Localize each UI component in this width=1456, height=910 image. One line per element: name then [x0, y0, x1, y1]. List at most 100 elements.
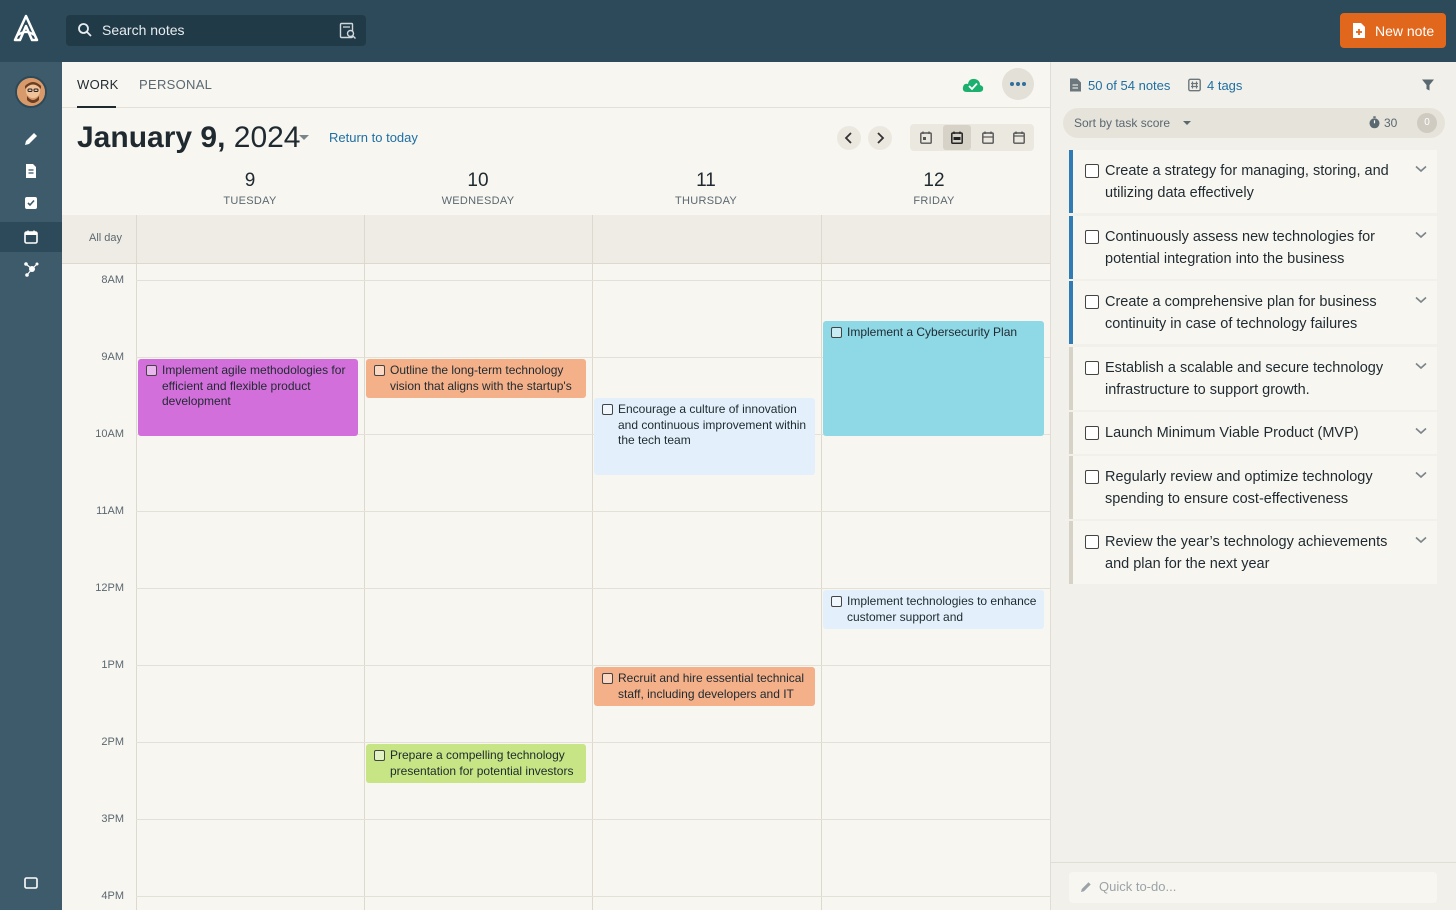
edit-pencil-icon[interactable]	[22, 130, 40, 148]
chevron-down-icon[interactable]	[1415, 231, 1427, 239]
date-dropdown-caret-icon[interactable]	[299, 135, 309, 140]
search-input[interactable]: Search notes	[102, 22, 185, 38]
hour-line	[136, 588, 1050, 589]
calendar-year-icon	[1013, 131, 1025, 144]
hour-line	[136, 819, 1050, 820]
app-logo-icon[interactable]	[12, 14, 40, 44]
event-checkbox[interactable]	[374, 750, 385, 761]
tasks-checklist-icon[interactable]	[22, 194, 40, 212]
day-header[interactable]: 11 THURSDAY	[592, 170, 820, 207]
event-checkbox[interactable]	[831, 596, 842, 607]
task-item[interactable]: Regularly review and optimize technology…	[1069, 456, 1437, 519]
task-checkbox[interactable]	[1085, 230, 1099, 244]
calendar-icon[interactable]	[22, 228, 40, 246]
task-text: Continuously assess new technologies for…	[1105, 229, 1376, 267]
quick-todo-input[interactable]	[1099, 879, 1419, 894]
calendar-event[interactable]: Recruit and hire essential technical sta…	[594, 667, 815, 706]
task-item[interactable]: Review the year’s technology achievement…	[1069, 521, 1437, 584]
calendar-event[interactable]: Prepare a compelling technology presenta…	[366, 744, 586, 783]
task-checkbox[interactable]	[1085, 426, 1099, 440]
pencil-icon	[1081, 882, 1091, 892]
event-title: Implement agile methodologies for effici…	[162, 363, 346, 408]
sort-bar[interactable]: Sort by task score 30 0	[1063, 108, 1445, 138]
chevron-down-icon[interactable]	[1415, 296, 1427, 304]
day-header[interactable]: 12 FRIDAY	[820, 170, 1048, 207]
notes-count[interactable]: 50 of 54 notes	[1088, 78, 1170, 93]
advanced-search-icon[interactable]	[339, 22, 357, 40]
tab-work[interactable]: WORK	[77, 77, 119, 92]
all-day-label: All day	[89, 232, 123, 244]
more-options-button[interactable]	[1002, 68, 1034, 100]
hour-line	[136, 896, 1050, 897]
active-tab-underline	[77, 106, 116, 108]
next-button[interactable]	[868, 126, 892, 150]
date-year: 2024	[225, 121, 301, 154]
new-note-button[interactable]: New note	[1340, 13, 1446, 48]
task-item[interactable]: Establish a scalable and secure technolo…	[1069, 347, 1437, 410]
tags-icon	[1188, 78, 1201, 92]
column-divider	[592, 215, 593, 910]
all-day-row[interactable]: All day	[62, 215, 1050, 264]
notes-count-icon	[1070, 78, 1081, 92]
calendar-event[interactable]: Implement a Cybersecurity Plan	[823, 321, 1044, 436]
view-day-button[interactable]	[912, 125, 940, 150]
filter-icon[interactable]	[1421, 78, 1435, 92]
calendar-event[interactable]: Encourage a culture of innovation and co…	[594, 398, 815, 475]
calendar-month-icon	[982, 131, 994, 144]
avatar[interactable]	[15, 76, 47, 108]
task-checkbox[interactable]	[1085, 164, 1099, 178]
day-header[interactable]: 9 TUESDAY	[136, 170, 364, 207]
view-month-button[interactable]	[974, 125, 1002, 150]
search-bar[interactable]: Search notes	[66, 15, 366, 46]
chevron-down-icon[interactable]	[1415, 165, 1427, 173]
event-checkbox[interactable]	[602, 404, 613, 415]
event-title: Implement a Cybersecurity Plan	[847, 325, 1018, 339]
day-number: 11	[696, 170, 716, 191]
time-grid[interactable]: 8AM 9AM 10AM 11AM 12PM 1PM 2PM 3PM 4PM I…	[62, 215, 1050, 910]
task-checkbox[interactable]	[1085, 535, 1099, 549]
sort-dropdown[interactable]: Sort by task score	[1074, 116, 1170, 130]
chevron-down-icon[interactable]	[1415, 427, 1427, 435]
day-number: 10	[467, 170, 489, 191]
return-to-today-link[interactable]: Return to today	[329, 130, 418, 145]
prev-button[interactable]	[837, 126, 861, 150]
time-label: 9AM	[101, 351, 124, 363]
chevron-down-icon[interactable]	[1415, 362, 1427, 370]
event-checkbox[interactable]	[374, 365, 385, 376]
task-checkbox[interactable]	[1085, 470, 1099, 484]
calendar-event[interactable]: Outline the long-term technology vision …	[366, 359, 586, 398]
task-item[interactable]: Continuously assess new technologies for…	[1069, 216, 1437, 279]
tab-personal[interactable]: PERSONAL	[139, 77, 212, 92]
notes-document-icon[interactable]	[22, 162, 40, 180]
event-title: Prepare a compelling technology presenta…	[390, 748, 574, 778]
chevron-down-icon[interactable]	[1415, 536, 1427, 544]
timer-icon	[1369, 116, 1380, 129]
event-checkbox[interactable]	[831, 327, 842, 338]
chevron-left-icon	[844, 132, 852, 144]
task-checkbox[interactable]	[1085, 361, 1099, 375]
event-checkbox[interactable]	[146, 365, 157, 376]
quick-todo-box[interactable]	[1069, 872, 1437, 903]
graph-network-icon[interactable]	[22, 260, 40, 278]
tags-count[interactable]: 4 tags	[1207, 78, 1242, 93]
view-year-button[interactable]	[1005, 125, 1033, 150]
task-panel: 50 of 54 notes 4 tags Sort by task score…	[1050, 62, 1456, 910]
hour-line	[136, 280, 1050, 281]
chevron-down-icon[interactable]	[1415, 471, 1427, 479]
task-score-value: 30	[1384, 116, 1398, 130]
task-item[interactable]: Create a strategy for managing, storing,…	[1069, 150, 1437, 213]
task-item[interactable]: Launch Minimum Viable Product (MVP)	[1069, 412, 1437, 454]
calendar-event[interactable]: Implement agile methodologies for effici…	[138, 359, 358, 436]
day-number: 12	[923, 170, 945, 191]
task-item[interactable]: Create a comprehensive plan for business…	[1069, 281, 1437, 344]
calendar-event[interactable]: Implement technologies to enhance custom…	[823, 590, 1044, 629]
collapse-sidebar-icon[interactable]	[22, 874, 40, 892]
view-week-button[interactable]	[943, 125, 971, 150]
time-label: 10AM	[95, 428, 124, 440]
event-checkbox[interactable]	[602, 673, 613, 684]
task-checkbox[interactable]	[1085, 295, 1099, 309]
current-date-title[interactable]: January 9, 2024	[77, 121, 301, 155]
new-note-icon	[1353, 23, 1365, 38]
day-header[interactable]: 10 WEDNESDAY	[364, 170, 592, 207]
cloud-synced-icon	[962, 78, 984, 92]
